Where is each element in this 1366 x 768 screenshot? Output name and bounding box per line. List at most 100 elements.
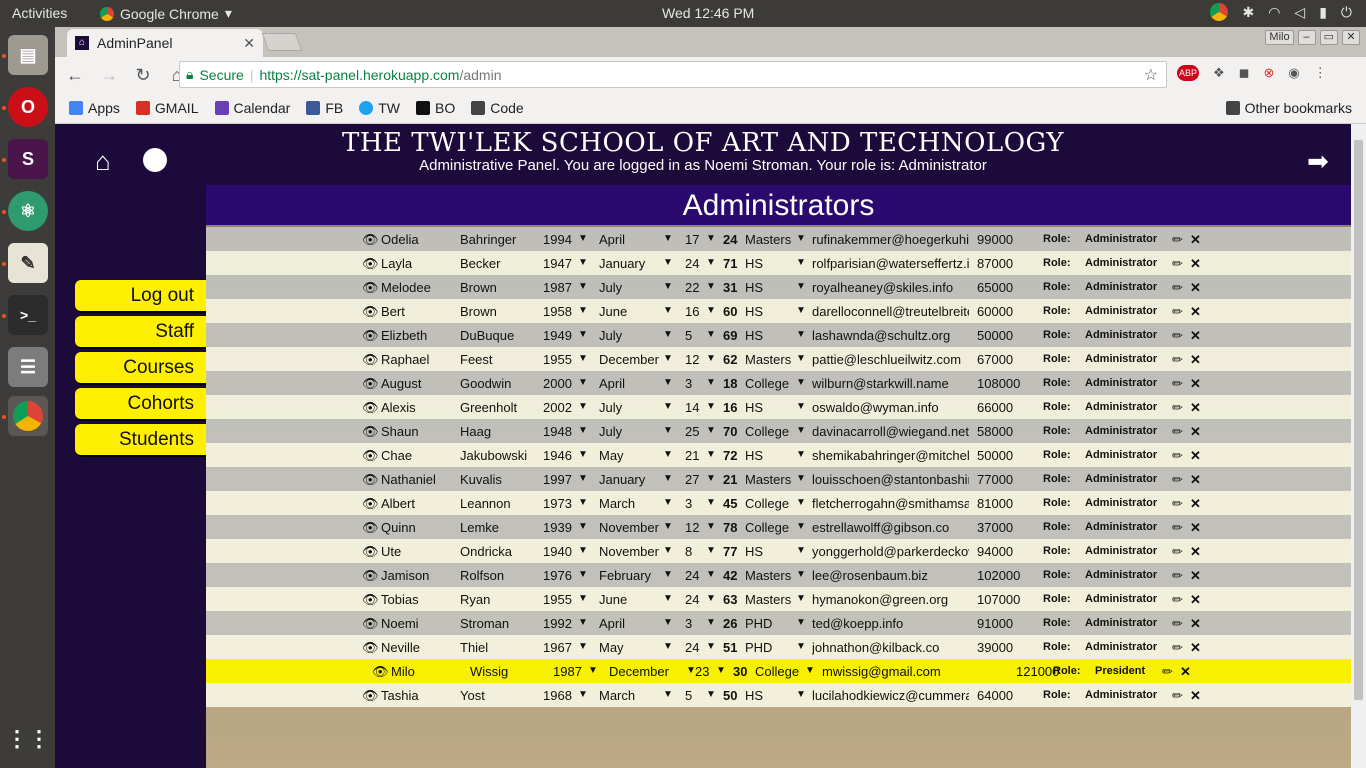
salary-field[interactable]: 102000	[977, 568, 1031, 583]
chevron-down-icon[interactable]: ▼	[578, 353, 588, 364]
birth-month-select[interactable]: April	[599, 376, 665, 391]
first-name-field[interactable]: Alexis	[381, 400, 456, 415]
edit-icon[interactable]: ✏︎	[1172, 448, 1183, 464]
chevron-down-icon[interactable]: ▼	[578, 497, 588, 508]
chevron-down-icon[interactable]: ▼	[663, 617, 673, 628]
birth-month-select[interactable]: March	[599, 688, 665, 703]
chevron-down-icon[interactable]: ▼	[706, 401, 716, 412]
files-icon[interactable]: ▤	[8, 35, 48, 75]
salary-field[interactable]: 58000	[977, 424, 1031, 439]
edit-icon[interactable]: ✏︎	[1172, 400, 1183, 416]
view-icon[interactable]: 👁︎	[362, 520, 379, 536]
chevron-down-icon[interactable]: ▼	[796, 593, 806, 604]
first-name-field[interactable]: Raphael	[381, 352, 456, 367]
birth-year-select[interactable]: 2000	[543, 376, 575, 391]
chevron-down-icon[interactable]: ▼	[706, 257, 716, 268]
close-tab-icon[interactable]: ✕	[243, 35, 255, 52]
chevron-down-icon[interactable]: ▼	[706, 305, 716, 316]
chevron-down-icon[interactable]: ▼	[663, 401, 673, 412]
birth-month-select[interactable]: May	[599, 640, 665, 655]
email-field[interactable]: lashawnda@schultz.org	[812, 328, 969, 343]
edit-icon[interactable]: ✏︎	[1172, 592, 1183, 608]
birth-day-select[interactable]: 21	[685, 448, 705, 463]
last-name-field[interactable]: Ondricka	[460, 544, 538, 559]
salary-field[interactable]: 77000	[977, 472, 1031, 487]
education-select[interactable]: Masters	[745, 352, 795, 367]
close-window-icon[interactable]: ✕	[1342, 30, 1360, 45]
birth-year-select[interactable]: 1968	[543, 688, 575, 703]
chevron-down-icon[interactable]: ▼	[663, 425, 673, 436]
delete-icon[interactable]: ✕	[1180, 664, 1191, 680]
chevron-down-icon[interactable]: ▼	[578, 329, 588, 340]
chevron-down-icon[interactable]: ▼	[796, 329, 806, 340]
chevron-down-icon[interactable]: ▼	[706, 449, 716, 460]
chevron-down-icon[interactable]: ▼	[663, 233, 673, 244]
birth-year-select[interactable]: 1946	[543, 448, 575, 463]
chevron-down-icon[interactable]: ▼	[663, 329, 673, 340]
chevron-down-icon[interactable]: ▼	[578, 377, 588, 388]
first-name-field[interactable]: Bert	[381, 304, 456, 319]
birth-year-select[interactable]: 1987	[553, 664, 585, 679]
birth-year-select[interactable]: 2002	[543, 400, 575, 415]
chevron-down-icon[interactable]: ▼	[706, 593, 716, 604]
chevron-down-icon[interactable]: ▼	[663, 305, 673, 316]
chevron-down-icon[interactable]: ▼	[663, 641, 673, 652]
birth-year-select[interactable]: 1987	[543, 280, 575, 295]
birth-month-select[interactable]: January	[599, 256, 665, 271]
view-icon[interactable]: 👁︎	[362, 472, 379, 488]
birth-day-select[interactable]: 24	[685, 568, 705, 583]
delete-icon[interactable]: ✕	[1190, 376, 1201, 392]
birth-day-select[interactable]: 3	[685, 616, 705, 631]
delete-icon[interactable]: ✕	[1190, 400, 1201, 416]
edit-icon[interactable]: ✏︎	[1172, 520, 1183, 536]
chevron-down-icon[interactable]: ▼	[578, 401, 588, 412]
first-name-field[interactable]: Jamison	[381, 568, 456, 583]
email-field[interactable]: pattie@leschlueilwitz.com	[812, 352, 969, 367]
first-name-field[interactable]: Ute	[381, 544, 456, 559]
birth-day-select[interactable]: 25	[685, 424, 705, 439]
edit-icon[interactable]: ✏︎	[1172, 568, 1183, 584]
chevron-down-icon[interactable]: ▼	[663, 257, 673, 268]
edit-icon[interactable]: ✏︎	[1172, 256, 1183, 272]
wifi-icon[interactable]: ◠	[1268, 4, 1280, 21]
birth-month-select[interactable]: March	[599, 496, 665, 511]
chevron-down-icon[interactable]: ▼	[706, 377, 716, 388]
camera-icon[interactable]: ◉	[1288, 65, 1299, 81]
text-editor-icon[interactable]: ✎	[8, 243, 48, 283]
chevron-down-icon[interactable]: ▼	[796, 257, 806, 268]
bookmark-apps[interactable]: Apps	[69, 100, 120, 116]
chevron-down-icon[interactable]: ▼	[796, 425, 806, 436]
first-name-field[interactable]: Noemi	[381, 616, 456, 631]
salary-field[interactable]: 67000	[977, 352, 1031, 367]
other-bookmarks[interactable]: Other bookmarks	[1225, 100, 1352, 116]
birth-day-select[interactable]: 3	[685, 376, 705, 391]
chevron-down-icon[interactable]: ▼	[706, 641, 716, 652]
view-icon[interactable]: 👁︎	[362, 352, 379, 368]
view-icon[interactable]: 👁︎	[362, 376, 379, 392]
volume-icon[interactable]: ◁	[1294, 4, 1305, 21]
salary-field[interactable]: 50000	[977, 328, 1031, 343]
first-name-field[interactable]: Odelia	[381, 232, 456, 247]
first-name-field[interactable]: Neville	[381, 640, 456, 655]
edit-icon[interactable]: ✏︎	[1172, 616, 1183, 632]
bookmark-tw[interactable]: TW	[359, 100, 400, 116]
chevron-down-icon[interactable]: ▼	[578, 617, 588, 628]
salary-field[interactable]: 99000	[977, 232, 1031, 247]
education-select[interactable]: College	[745, 520, 795, 535]
last-name-field[interactable]: Goodwin	[460, 376, 538, 391]
education-select[interactable]: HS	[745, 544, 795, 559]
birth-month-select[interactable]: July	[599, 280, 665, 295]
edit-icon[interactable]: ✏︎	[1172, 472, 1183, 488]
view-icon[interactable]: 👁︎	[362, 280, 379, 296]
edit-icon[interactable]: ✏︎	[1172, 232, 1183, 248]
bookmark-fb[interactable]: FB	[306, 100, 343, 116]
salary-field[interactable]: 66000	[977, 400, 1031, 415]
edit-icon[interactable]: ✏︎	[1172, 280, 1183, 296]
last-name-field[interactable]: Greenholt	[460, 400, 538, 415]
chevron-down-icon[interactable]: ▼	[578, 449, 588, 460]
email-field[interactable]: shemikabahringer@mitchellcarter.com	[812, 448, 969, 463]
delete-icon[interactable]: ✕	[1190, 520, 1201, 536]
first-name-field[interactable]: Shaun	[381, 424, 456, 439]
chevron-down-icon[interactable]: ▼	[796, 473, 806, 484]
bookmark-star-icon[interactable]: ☆	[1144, 65, 1158, 85]
